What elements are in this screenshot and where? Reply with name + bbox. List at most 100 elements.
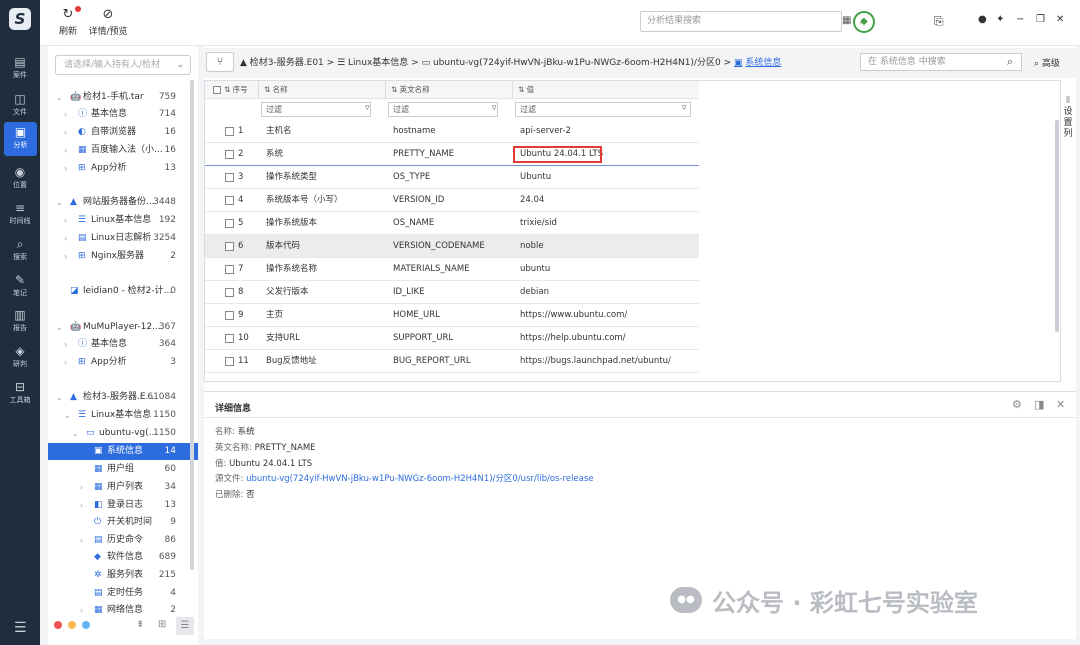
advanced-search-button[interactable]: ⌕ 高级 <box>1034 56 1060 69</box>
table-search-input[interactable]: 在 系统信息 中搜索 ⌕ <box>860 53 1022 71</box>
table-row[interactable]: 6 版本代码 VERSION_CODENAME noble <box>205 235 699 258</box>
row-checkbox[interactable] <box>225 357 234 366</box>
table-row[interactable]: 10 支持URL SUPPORT_URL https://help.ubuntu.co… <box>205 327 699 350</box>
select-all-checkbox[interactable] <box>213 86 221 94</box>
nav-timeline[interactable]: ≡ 时间线 <box>0 198 40 232</box>
row-checkbox[interactable] <box>225 311 234 320</box>
nav-analysis[interactable]: ▣ 分析 <box>4 122 37 156</box>
filter-icon[interactable]: ▿ <box>365 103 370 113</box>
tree-item[interactable]: › ◐ 自带浏览器 16 <box>48 124 198 141</box>
table-row[interactable]: 2 系统 PRETTY_NAME Ubuntu 24.04.1 LTS <box>205 143 699 166</box>
table-row[interactable]: 5 操作系统版本 OS_NAME trixie/sid <box>205 212 699 235</box>
chevron-down-icon[interactable]: ⌄ <box>56 389 63 406</box>
tree-item[interactable]: › ▦ 用户列表 34 <box>48 479 198 496</box>
tree-item[interactable]: ⏻ 开关机时间 9 <box>48 514 198 531</box>
chevron-right-icon[interactable]: › <box>64 142 67 159</box>
nav-report[interactable]: ▥ 报告 <box>0 305 40 339</box>
chevron-down-icon[interactable]: ⌄ <box>56 194 63 211</box>
tree-item[interactable]: › ☰ Linux基本信息 192 <box>48 212 198 229</box>
chevron-right-icon[interactable]: › <box>64 160 67 177</box>
split-view-icon[interactable]: ◨ <box>1034 398 1044 411</box>
close-detail-icon[interactable]: ✕ <box>1056 398 1065 411</box>
chevron-right-icon[interactable]: › <box>80 497 83 514</box>
table-row[interactable]: 8 父发行版本 ID_LIKE debian <box>205 281 699 304</box>
tree-item[interactable]: ⌄ ☰ Linux基本信息 1150 <box>48 407 198 424</box>
table-row[interactable]: 7 操作系统名称 MATERIALS_NAME ubuntu <box>205 258 699 281</box>
tree-item[interactable]: ▦ 用户组 60 <box>48 461 198 478</box>
tree-item[interactable]: › ⓘ 基本信息 714 <box>48 106 198 123</box>
chevron-right-icon[interactable]: › <box>64 230 67 247</box>
nav-note[interactable]: ✎ 笔记 <box>0 270 40 304</box>
col-no-header[interactable]: ⇅ 序号 <box>224 81 248 99</box>
tree-item[interactable]: ⌄ ▲ 网站服务器备份... 3448 <box>48 194 198 211</box>
chevron-right-icon[interactable]: › <box>64 212 67 229</box>
tree-item[interactable]: › ◧ 登录日志 13 <box>48 497 198 514</box>
filter-tree-icon[interactable]: ⇟ <box>136 619 144 630</box>
chevron-right-icon[interactable]: › <box>64 106 67 123</box>
chevron-down-icon[interactable]: ⌄ <box>72 425 79 442</box>
row-checkbox[interactable] <box>225 173 234 182</box>
chevron-right-icon[interactable]: › <box>80 532 83 549</box>
status-icon[interactable]: ◆ <box>853 11 875 33</box>
tree-item[interactable]: ▤ 定时任务 4 <box>48 585 198 602</box>
gear-icon[interactable]: ⚙ <box>1012 398 1022 411</box>
row-checkbox[interactable] <box>225 242 234 251</box>
row-checkbox[interactable] <box>225 219 234 228</box>
detail-preview-button[interactable]: ⊘ 详情/预览 <box>86 6 130 37</box>
tree-item[interactable]: › ▤ 历史命令 86 <box>48 532 198 549</box>
row-checkbox[interactable] <box>225 127 234 136</box>
tree-item[interactable]: ✲ 服务列表 215 <box>48 567 198 584</box>
table-row[interactable]: 4 系统版本号（小写） VERSION_ID 24.04 <box>205 189 699 212</box>
chevron-right-icon[interactable]: › <box>64 248 67 265</box>
filter-val-input[interactable]: 过滤 <box>515 102 691 117</box>
row-checkbox[interactable] <box>225 288 234 297</box>
chevron-down-icon[interactable]: ⌄ <box>64 407 71 424</box>
tree-item[interactable]: ◪ leidian0 - 检材2-计... 0 <box>48 283 198 300</box>
crumb-partition[interactable]: ubuntu-vg(724yif-HwVN-jBku-w1Pu-NWGz-6oo… <box>433 58 721 68</box>
tree-item[interactable]: ⌄ 🤖 MuMuPlayer-12.... 367 <box>48 319 198 336</box>
tree-item[interactable]: ◆ 软件信息 689 <box>48 549 198 566</box>
close-icon[interactable]: ✕ <box>1056 14 1064 25</box>
tree-item[interactable]: ⌄ ▭ ubuntu-vg(... 1150 <box>48 425 198 442</box>
menu-icon[interactable]: ☰ <box>14 620 27 636</box>
nav-case[interactable]: ▤ 案件 <box>0 52 40 86</box>
filter-icon[interactable]: ▿ <box>682 103 687 113</box>
calendar-icon[interactable]: ▦ <box>842 15 851 26</box>
chevron-right-icon[interactable]: › <box>80 479 83 496</box>
tree-item[interactable]: › ⊞ App分析 3 <box>48 354 198 371</box>
table-row[interactable]: 11 Bug反馈地址 BUG_REPORT_URL https://bugs.laun… <box>205 350 699 373</box>
filter-icon[interactable]: ▿ <box>492 103 497 113</box>
column-settings-button[interactable]: ⦀ 设置列 <box>1062 96 1074 140</box>
result-search-input[interactable]: 分析结果搜索 <box>640 11 842 32</box>
tree-item[interactable]: › ▦ 百度输入法（小... 16 <box>48 142 198 159</box>
grid-view-icon[interactable]: ⊞ <box>158 619 166 630</box>
export-icon[interactable]: ⎘ <box>934 14 944 29</box>
restore-icon[interactable]: ❐ <box>1036 14 1045 25</box>
table-row[interactable]: 3 操作系统类型 OS_TYPE Ubuntu <box>205 166 699 189</box>
nav-location[interactable]: ◉ 位置 <box>0 162 40 196</box>
tree-scrollbar[interactable] <box>190 80 194 570</box>
chevron-right-icon[interactable]: › <box>80 602 83 619</box>
table-row[interactable]: 1 主机名 hostname api-server-2 <box>205 120 699 143</box>
table-row[interactable]: 9 主页 HOME_URL https://www.ubuntu.com/ <box>205 304 699 327</box>
nav-search[interactable]: ⌕ 搜索 <box>0 234 40 268</box>
col-name-header[interactable]: ⇅ 名称 <box>258 81 288 99</box>
chevron-right-icon[interactable]: › <box>64 124 67 141</box>
crumb-linux-info[interactable]: Linux基本信息 <box>348 58 408 68</box>
branch-icon[interactable]: ⑂ <box>206 52 234 72</box>
tree-item[interactable]: › ⓘ 基本信息 364 <box>48 336 198 353</box>
tree-item[interactable]: › ⊞ Nginx服务器 2 <box>48 248 198 265</box>
col-en-header[interactable]: ⇅ 英文名称 <box>385 81 430 99</box>
nav-folder[interactable]: ◫ 文件 <box>0 89 40 123</box>
row-checkbox[interactable] <box>225 150 234 159</box>
chevron-right-icon[interactable]: › <box>64 354 67 371</box>
col-val-header[interactable]: ⇅ 值 <box>512 81 534 99</box>
row-checkbox[interactable] <box>225 334 234 343</box>
nav-toolbox[interactable]: ⊟ 工具箱 <box>0 377 40 411</box>
crumb-sysinfo[interactable]: 系统信息 <box>745 58 781 68</box>
tree-item[interactable]: › ▤ Linux日志解析 3254 <box>48 230 198 247</box>
row-checkbox[interactable] <box>225 265 234 274</box>
pin-icon[interactable]: ✦ <box>996 14 1004 25</box>
chevron-down-icon[interactable]: ⌄ <box>56 319 63 336</box>
detail-src-link[interactable]: ubuntu-vg(724yif-HwVN-jBku-w1Pu-NWGz-6oo… <box>246 474 593 484</box>
